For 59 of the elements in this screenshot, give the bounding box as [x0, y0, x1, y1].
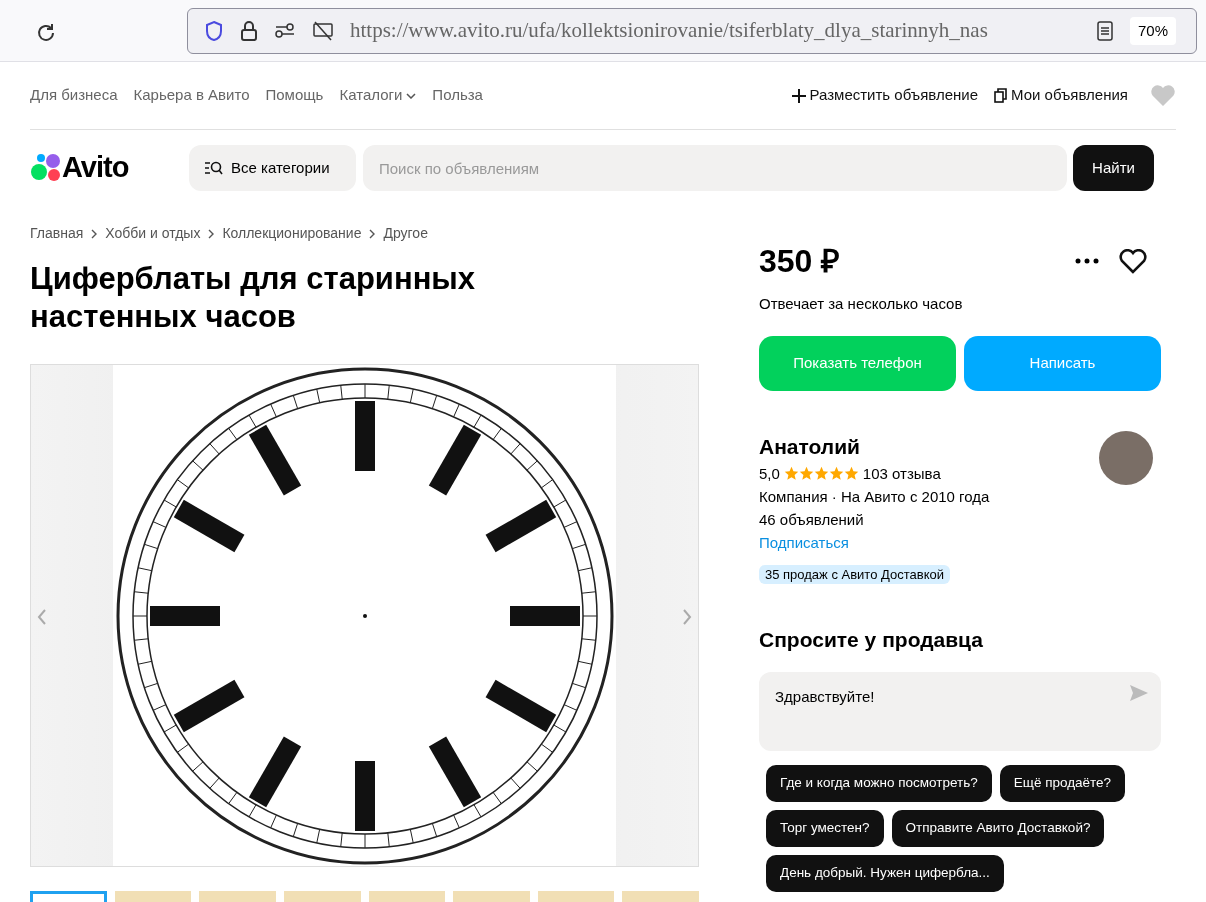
heart-icon[interactable]	[1150, 84, 1176, 107]
breadcrumb-link[interactable]: Главная	[30, 223, 84, 244]
caret-icon	[406, 92, 417, 99]
quick-reply-chip[interactable]: Отправите Авито Доставкой?	[891, 809, 1105, 847]
dropdown-link[interactable]: Каталоги	[339, 84, 417, 107]
colored-dots-icon	[30, 153, 62, 183]
ask-seller-heading: Спросите у продавца	[759, 627, 984, 653]
star-icon	[783, 466, 799, 481]
reader-view-icon[interactable]	[1096, 20, 1114, 42]
plus-icon	[791, 88, 806, 103]
permissions-icon[interactable]	[274, 22, 296, 40]
search-button[interactable]: Найти	[1073, 145, 1154, 191]
my-ads-link[interactable]: Мои объявления	[994, 84, 1128, 107]
breadcrumb-link[interactable]: Хобби и отдых	[105, 223, 201, 244]
star-icon	[813, 466, 829, 481]
message-field[interactable]: Здравствуйте!	[759, 671, 1161, 751]
quick-reply-chip[interactable]: Где и когда можно посмотреть?	[766, 764, 992, 802]
lock-icon[interactable]	[240, 20, 258, 42]
shield-icon[interactable]	[204, 20, 224, 42]
chevron-icon	[208, 228, 215, 239]
star-icon	[828, 466, 844, 481]
categories-button[interactable]: Все категории	[189, 145, 356, 191]
seller-info: Компания · На Авито с 2010 года	[759, 487, 990, 507]
nav-link[interactable]: Карьера в Авито	[133, 84, 250, 107]
search-field[interactable]: Поиск по объявлениям	[363, 145, 1067, 191]
price: 350 ₽	[759, 242, 841, 281]
star-icon	[798, 466, 814, 481]
response-time: Отвечает за несколько часов	[759, 294, 964, 314]
chevron-icon	[91, 228, 98, 239]
rating-value: 5,0	[759, 464, 780, 484]
avito-logo[interactable]: Avito	[30, 146, 189, 190]
breadcrumb-link[interactable]: Коллекционирование	[222, 223, 362, 244]
listings-count[interactable]: 46 объявлений	[759, 508, 990, 531]
send-icon[interactable]	[1129, 683, 1149, 702]
chevron-left-icon	[37, 609, 47, 626]
reviews-link[interactable]: 103 отзыва	[862, 462, 941, 485]
breadcrumb-link[interactable]: Другое	[383, 223, 428, 244]
copy-icon	[994, 88, 1007, 103]
seller-name[interactable]: Анатолий	[759, 430, 990, 462]
zoom-level[interactable]: 70%	[1130, 16, 1177, 46]
nav-link[interactable]: Польза	[432, 84, 483, 107]
listing-title: Циферблаты для старинных настенных часов	[30, 260, 477, 336]
favorite-heart-icon[interactable]	[1119, 248, 1147, 274]
quick-reply-chip[interactable]: День добрый. Нужен цифербла...	[766, 854, 1004, 892]
reload-icon[interactable]	[35, 22, 57, 44]
delivery-sales-tag: 35 продаж с Авито Доставкой	[759, 565, 950, 584]
star-icon	[843, 466, 859, 481]
chevron-right-icon	[682, 609, 692, 626]
post-ad-link[interactable]: Разместить объявление	[791, 84, 978, 107]
url-text[interactable]: https://www.avito.ru/ufa/kollektsionirovanie/tsiferblaty_dlya_starinnyh_nas	[350, 15, 1080, 47]
more-options-icon[interactable]	[1075, 258, 1099, 264]
quick-reply-chip[interactable]: Торг уместен?	[766, 809, 884, 847]
nav-link[interactable]: Для бизнеса	[30, 84, 118, 107]
quick-reply-chip[interactable]: Ещё продаёте?	[999, 764, 1126, 802]
chevron-icon	[369, 228, 376, 239]
avatar-placeholder[interactable]	[1099, 430, 1153, 485]
screen-blocked-icon[interactable]	[312, 21, 334, 41]
nav-link[interactable]: Помощь	[265, 84, 324, 107]
search-list-icon	[205, 161, 223, 175]
